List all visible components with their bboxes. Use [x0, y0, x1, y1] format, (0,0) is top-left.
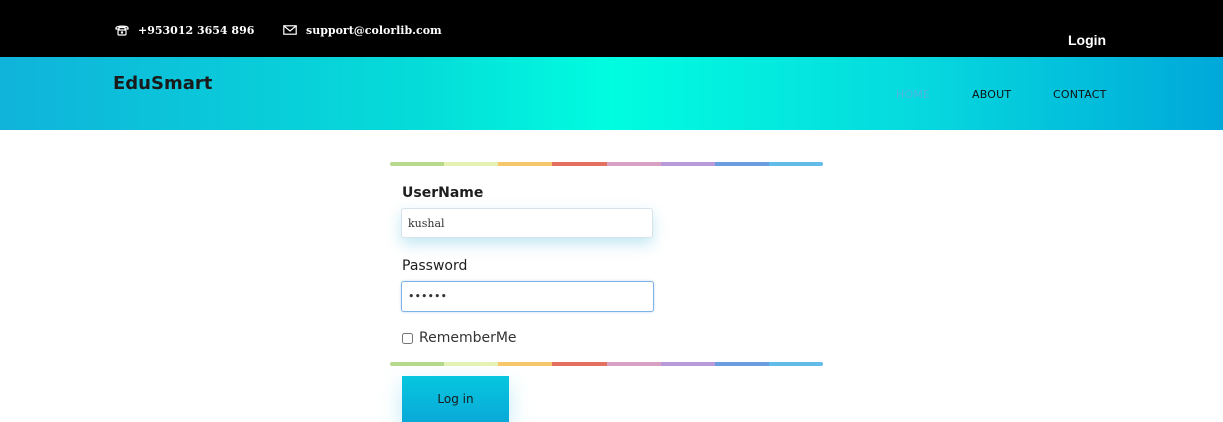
stripe-segment	[444, 162, 499, 166]
nav-contact[interactable]: CONTACT	[1053, 88, 1107, 101]
username-input[interactable]	[401, 208, 653, 238]
top-login-link[interactable]: Login	[1068, 32, 1106, 48]
phone-number: +953012 3654 896	[138, 23, 255, 37]
stripe-segment	[768, 362, 823, 366]
stripe-segment	[498, 162, 553, 166]
contact-phone: +953012 3654 896	[115, 22, 254, 38]
decorative-stripe-top	[390, 162, 823, 166]
stripe-segment	[606, 362, 661, 366]
stripe-segment	[390, 162, 445, 166]
stripe-segment	[660, 362, 715, 366]
stripe-segment	[606, 162, 661, 166]
stripe-segment	[552, 162, 607, 166]
stripe-segment	[714, 162, 769, 166]
phone-icon	[115, 25, 129, 36]
remember-me[interactable]: RememberMe	[402, 330, 517, 346]
stripe-segment	[660, 162, 715, 166]
remember-me-label: RememberMe	[419, 330, 517, 346]
contact-email: support@colorlib.com	[283, 22, 442, 38]
nav-about[interactable]: ABOUT	[972, 88, 1011, 101]
brand-logo[interactable]: EduSmart	[113, 73, 212, 94]
stripe-segment	[498, 362, 553, 366]
nav-home[interactable]: HOME	[896, 88, 930, 101]
login-button[interactable]: Log in	[402, 376, 509, 422]
email-address: support@colorlib.com	[306, 23, 442, 37]
stripe-segment	[444, 362, 499, 366]
username-label: UserName	[402, 185, 484, 201]
decorative-stripe-bottom	[390, 362, 823, 366]
stripe-segment	[714, 362, 769, 366]
password-input[interactable]	[401, 281, 654, 312]
stripe-segment	[552, 362, 607, 366]
main-navbar: EduSmart HOME ABOUT CONTACT	[0, 57, 1223, 130]
password-label: Password	[402, 258, 468, 274]
top-bar: +953012 3654 896 support@colorlib.com Lo…	[0, 0, 1223, 57]
stripe-segment	[390, 362, 445, 366]
stripe-segment	[768, 162, 823, 166]
remember-me-checkbox[interactable]	[402, 332, 413, 344]
mail-icon	[283, 25, 297, 35]
